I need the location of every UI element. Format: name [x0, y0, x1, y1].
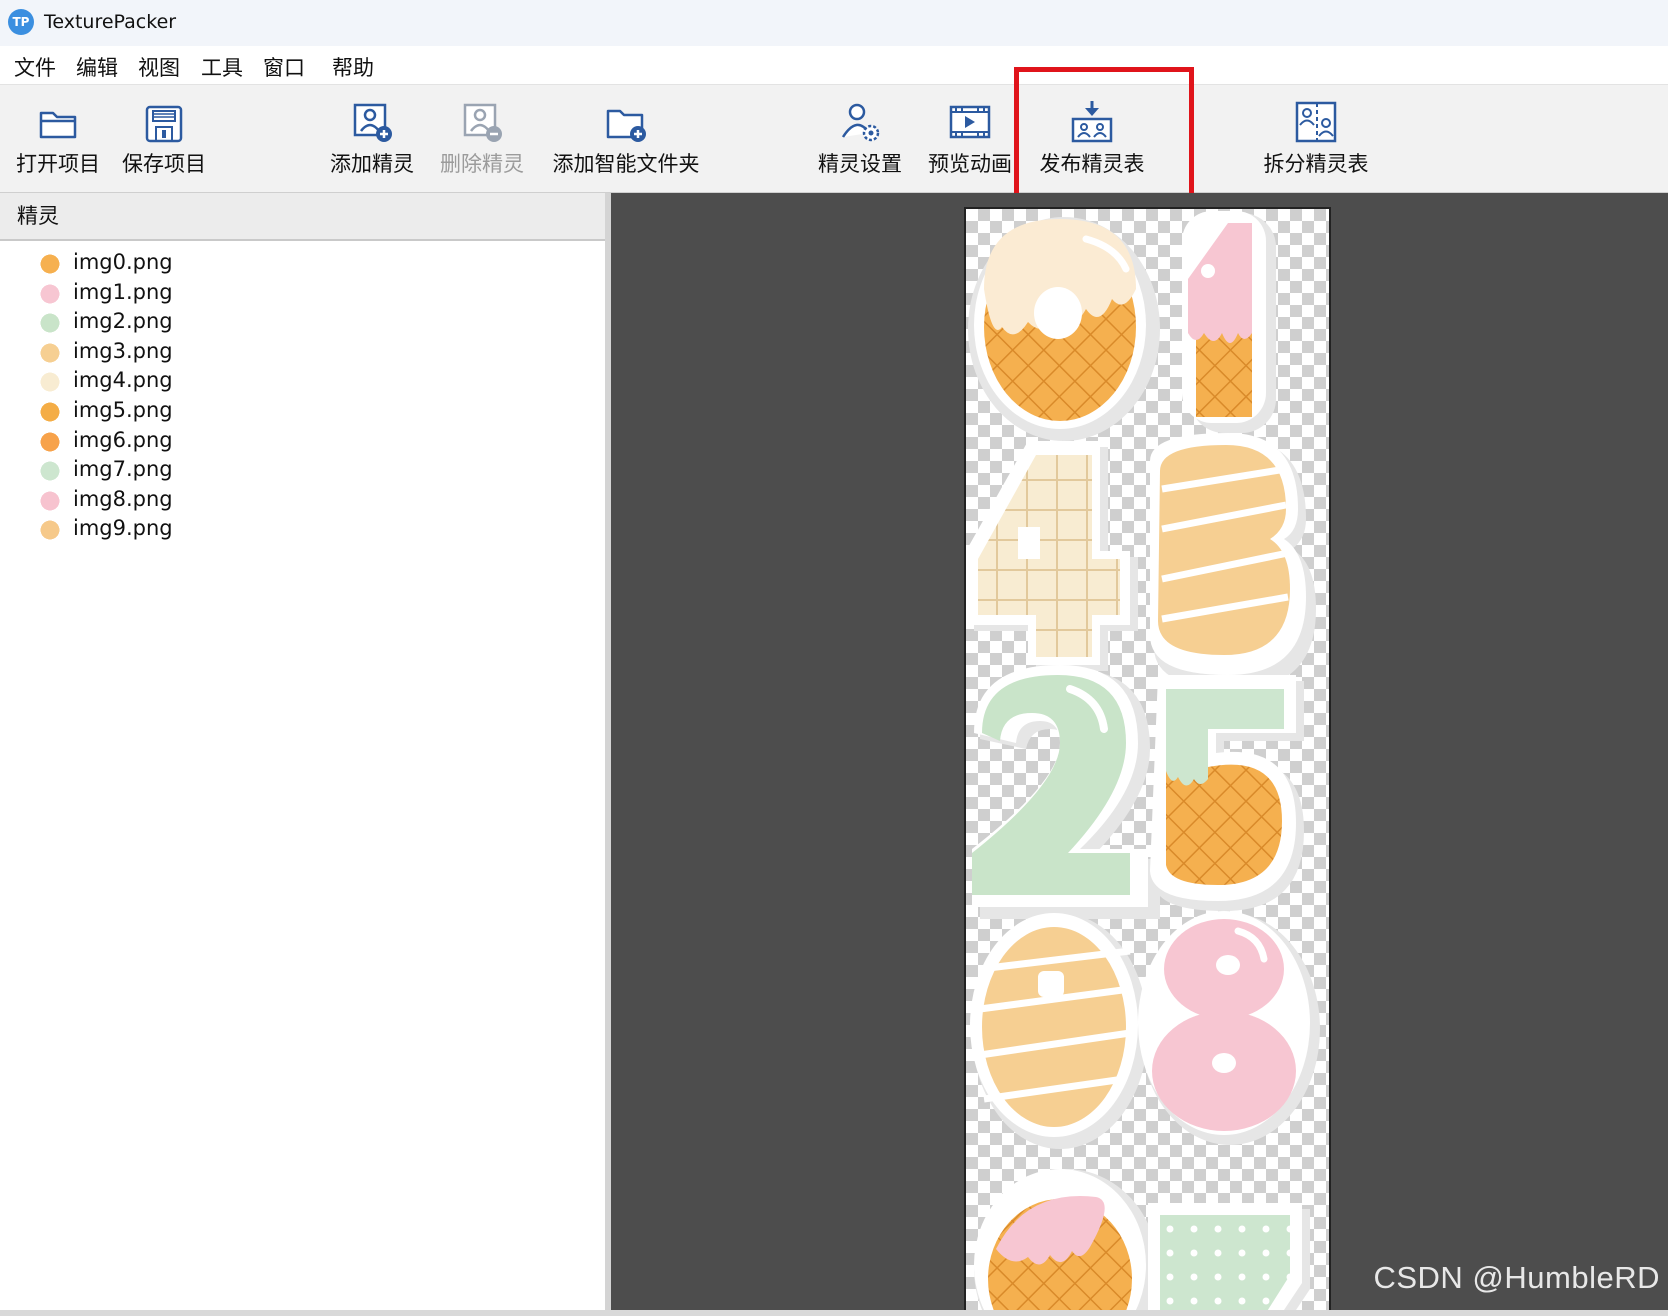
open-project-label: 打开项目 — [16, 152, 100, 176]
canvas-area: CSDN @HumbleRD — [611, 193, 1668, 1310]
sprite-name-label: img6.png — [73, 427, 173, 452]
sprite-name-label: img5.png — [73, 398, 173, 422]
smart-folder-add-icon — [606, 109, 646, 142]
sprite-thumbnail-icon — [38, 429, 62, 454]
sprite-settings-button[interactable]: 精灵设置 — [812, 85, 908, 192]
window-title: TexturePacker — [44, 11, 177, 33]
title-bar: TP TexturePacker — [0, 0, 1668, 46]
sprite-five-waffle — [1150, 675, 1304, 911]
main-toolbar: 打开项目 保存项目 添加精灵 删除精灵 添加智能文件夹 精灵设置 预览动画 发布… — [0, 85, 1668, 193]
sprite-name-label: img0.png — [73, 250, 173, 274]
sprite-settings-label: 精灵设置 — [818, 152, 902, 176]
sprite-sheet-preview — [964, 207, 1331, 1310]
add-sprite-icon — [353, 103, 392, 142]
film-play-icon — [949, 105, 991, 139]
menu-view[interactable]: 视图 — [136, 52, 182, 82]
save-project-label: 保存项目 — [122, 152, 206, 176]
sprites-panel-header: 精灵 — [0, 193, 605, 241]
sprites-panel: 精灵 img0.png img1.png img2.png img3.png img4.… — [0, 193, 611, 1310]
sprite-name-label: img1.png — [73, 279, 173, 304]
sprite-thumbnail-icon — [38, 311, 62, 336]
sprite-six-partial — [974, 1169, 1158, 1310]
menu-edit[interactable]: 编辑 — [74, 52, 120, 82]
delete-sprite-label: 删除精灵 — [440, 152, 524, 176]
sprite-zero-donut — [968, 217, 1160, 441]
menu-tools[interactable]: 工具 — [199, 52, 245, 82]
sprite-thumbnail-icon — [38, 459, 62, 484]
add-sprite-label: 添加精灵 — [330, 152, 414, 176]
sprite-thumbnail-icon — [38, 400, 62, 424]
sprite-thumbnail-icon — [38, 488, 62, 513]
add-sprite-button[interactable]: 添加精灵 — [324, 85, 420, 192]
split-sprite-sheet-button[interactable]: 拆分精灵表 — [1256, 85, 1376, 192]
split-sheet-icon — [1295, 101, 1337, 143]
sprite-nine-donut — [970, 913, 1148, 1149]
sprite-three-donut — [1150, 433, 1316, 689]
sprite-name-label: img2.png — [73, 309, 173, 334]
add-smart-folder-label: 添加智能文件夹 — [552, 152, 700, 176]
add-smart-folder-button[interactable]: 添加智能文件夹 — [548, 85, 704, 192]
sprite-name-label: img7.png — [73, 457, 173, 482]
sprite-thumbnail-icon — [38, 340, 62, 365]
sprite-list-item[interactable]: img0.png — [0, 248, 600, 279]
save-disk-icon — [145, 105, 183, 143]
sprite-settings-gear-icon — [841, 103, 880, 142]
menu-bar: 文件 编辑 视图 工具 窗口 帮助 — [0, 46, 1668, 85]
folder-open-icon — [39, 111, 77, 139]
menu-help[interactable]: 帮助 — [330, 52, 376, 82]
preview-animation-button[interactable]: 预览动画 — [922, 85, 1018, 192]
sprite-two-mint — [972, 665, 1160, 919]
sprite-list-item[interactable]: img4.png — [0, 366, 600, 397]
save-project-button[interactable]: 保存项目 — [116, 85, 212, 192]
sprite-list-item[interactable]: img1.png — [0, 278, 600, 309]
highlight-box — [1014, 67, 1194, 204]
delete-sprite-icon — [463, 103, 502, 142]
menu-window[interactable]: 窗口 — [261, 52, 307, 82]
sprite-name-label: img8.png — [73, 486, 173, 511]
sprite-list-item[interactable]: img7.png — [0, 455, 600, 486]
preview-animation-label: 预览动画 — [928, 152, 1012, 176]
sprite-thumbnail-icon — [38, 252, 62, 276]
sprite-four-chocolate — [966, 441, 1138, 671]
sprite-list-item[interactable]: img2.png — [0, 307, 600, 338]
sprite-thumbnail-icon — [38, 518, 62, 543]
sprite-seven-partial — [1148, 1203, 1310, 1310]
open-project-button[interactable]: 打开项目 — [10, 85, 106, 192]
sprite-thumbnail-icon — [38, 370, 62, 395]
watermark-text: CSDN @HumbleRD — [1373, 1260, 1660, 1295]
sprite-thumbnail-icon — [38, 281, 62, 306]
sprite-list-item[interactable]: img3.png — [0, 337, 600, 368]
status-bar — [0, 1310, 1668, 1316]
sprite-name-label: img4.png — [73, 368, 173, 393]
sprite-list-item[interactable]: img8.png — [0, 485, 600, 516]
sprite-list-item[interactable]: img6.png — [0, 426, 600, 457]
sprite-sheet-graphic — [966, 211, 1320, 1310]
sprite-one-ice-cream — [1182, 211, 1276, 433]
sprite-eight-pink — [1138, 911, 1320, 1145]
sprite-list-item[interactable]: img9.png — [0, 514, 600, 545]
menu-file[interactable]: 文件 — [12, 52, 58, 82]
sprite-name-label: img3.png — [73, 338, 173, 363]
split-sprite-sheet-label: 拆分精灵表 — [1263, 152, 1369, 176]
delete-sprite-button[interactable]: 删除精灵 — [434, 85, 530, 192]
sprite-name-label: img9.png — [73, 516, 173, 541]
sprite-list-item[interactable]: img5.png — [0, 396, 600, 427]
app-logo-icon: TP — [8, 9, 34, 35]
